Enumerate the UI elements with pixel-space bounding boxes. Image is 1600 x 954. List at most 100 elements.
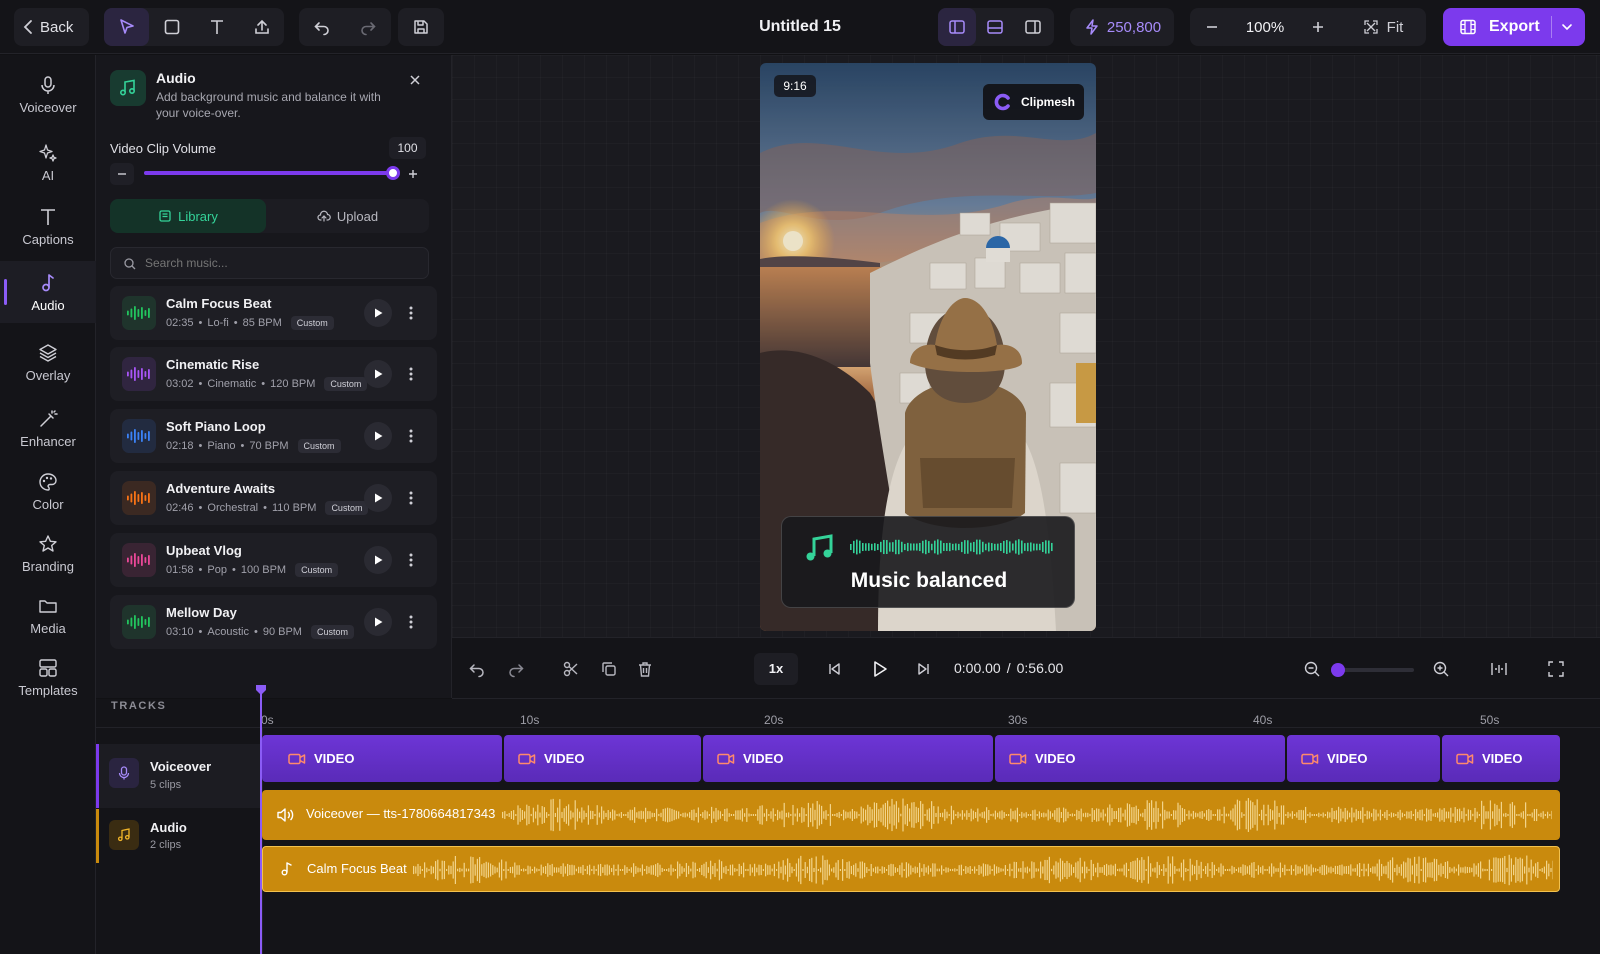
volume-value[interactable]: 100 <box>389 137 426 159</box>
rail-item-media[interactable]: Media <box>0 584 96 646</box>
shape-tool-button[interactable] <box>149 8 194 46</box>
close-icon[interactable] <box>408 73 422 87</box>
layout-right-button[interactable] <box>1014 8 1052 46</box>
video-clip[interactable]: VIDEO <box>995 735 1285 782</box>
rail-item-audio[interactable]: Audio <box>0 261 96 323</box>
volume-slider[interactable] <box>144 166 400 180</box>
video-clip[interactable]: VIDEO <box>1442 735 1560 782</box>
fit-button[interactable]: Fit <box>1340 8 1426 46</box>
rail-item-color[interactable]: Color <box>0 460 96 522</box>
play-track-button[interactable] <box>364 546 392 574</box>
play-button[interactable] <box>865 655 893 683</box>
fit-timeline-button[interactable] <box>1485 655 1513 683</box>
rail-item-ai[interactable]: AI <box>0 131 96 193</box>
track-label-audio[interactable]: Audio 2 clips <box>96 809 262 863</box>
music-track-item[interactable]: Adventure Awaits 02:46 • Orchestral • 110 BPM… <box>110 471 437 525</box>
play-track-button[interactable] <box>364 299 392 327</box>
undo-button[interactable] <box>299 8 345 46</box>
skip-back-button[interactable] <box>820 655 848 683</box>
track-more-button[interactable] <box>401 360 421 388</box>
tab-library[interactable]: Library <box>110 199 266 233</box>
speed-button[interactable]: 1x <box>754 653 798 685</box>
track-more-button[interactable] <box>401 299 421 327</box>
upload-tool-button[interactable] <box>239 8 284 46</box>
meta-dot: • <box>198 440 203 452</box>
fullscreen-button[interactable] <box>1542 655 1570 683</box>
delete-button[interactable] <box>631 655 659 683</box>
timeline-zoom-slider[interactable] <box>1331 663 1414 677</box>
zoom-out-button[interactable] <box>1190 8 1234 46</box>
track-meta: 02:35 • Lo-fi • 85 BPM Custom <box>166 316 334 330</box>
track-meta: 03:10 • Acoustic • 90 BPM Custom <box>166 625 354 639</box>
export-button[interactable]: Export <box>1443 8 1585 46</box>
rail-item-captions[interactable]: Captions <box>0 195 96 257</box>
video-clip[interactable]: VIDEO <box>262 735 502 782</box>
more-vertical-icon <box>409 367 413 381</box>
volume-decrease-button[interactable] <box>110 163 134 185</box>
video-clip[interactable]: VIDEO <box>504 735 701 782</box>
brand-name: Clipmesh <box>1021 95 1076 109</box>
track-more-button[interactable] <box>401 422 421 450</box>
music-track-item[interactable]: Cinematic Rise 03:02 • Cinematic • 120 BPM Cus… <box>110 347 437 401</box>
video-camera-icon <box>1456 752 1474 766</box>
credits-badge[interactable]: 250,800 <box>1070 8 1174 46</box>
rail-item-overlay[interactable]: Overlay <box>0 331 96 393</box>
rail-item-branding[interactable]: Branding <box>0 522 96 584</box>
timeline-redo-button[interactable] <box>502 655 530 683</box>
zoom-in-button[interactable] <box>1296 8 1340 46</box>
music-track-item[interactable]: Calm Focus Beat 02:35 • Lo-fi • 85 BPM Custom <box>110 286 437 340</box>
music-audio-clip[interactable]: Calm Focus Beat <box>262 846 1560 892</box>
play-track-button[interactable] <box>364 360 392 388</box>
chevron-down-icon[interactable] <box>1559 19 1575 35</box>
layers-icon <box>39 343 57 362</box>
volume-slider-thumb[interactable] <box>386 166 400 180</box>
rail-label: Enhancer <box>20 433 76 449</box>
skip-forward-button[interactable] <box>910 655 938 683</box>
project-title[interactable]: Untitled 15 <box>700 0 900 54</box>
select-tool-button[interactable] <box>104 8 149 46</box>
redo-button[interactable] <box>345 8 391 46</box>
layout-bottom-button[interactable] <box>976 8 1014 46</box>
play-icon <box>375 493 383 503</box>
track-icon <box>109 820 139 850</box>
panel-subtitle: Add background music and balance it with… <box>156 89 381 121</box>
play-track-button[interactable] <box>364 422 392 450</box>
total-time: 0:56.00 <box>1016 660 1064 676</box>
timeline-zoom-out-button[interactable] <box>1298 655 1326 683</box>
duplicate-button[interactable] <box>595 655 623 683</box>
tab-upload-label: Upload <box>336 208 379 224</box>
split-button[interactable] <box>557 655 585 683</box>
music-track-item[interactable]: Mellow Day 03:10 • Acoustic • 90 BPM Custom <box>110 595 437 649</box>
playhead[interactable] <box>260 693 262 954</box>
timeline-undo-button[interactable] <box>463 655 491 683</box>
track-more-button[interactable] <box>401 608 421 636</box>
rail-item-enhancer[interactable]: Enhancer <box>0 397 96 459</box>
layout-left-button[interactable] <box>938 8 976 46</box>
search-input[interactable] <box>145 254 415 272</box>
track-bpm: 85 BPM <box>242 317 282 329</box>
video-clip[interactable]: VIDEO <box>1287 735 1440 782</box>
back-button[interactable]: Back <box>14 8 89 46</box>
video-clip[interactable]: VIDEO <box>703 735 993 782</box>
track-more-button[interactable] <box>401 484 421 512</box>
music-clip-label: Calm Focus Beat <box>307 861 407 876</box>
volume-increase-button[interactable] <box>401 163 425 185</box>
save-button[interactable] <box>398 8 444 46</box>
play-track-button[interactable] <box>364 484 392 512</box>
track-more-button[interactable] <box>401 546 421 574</box>
search-box[interactable] <box>110 247 429 279</box>
rail-item-voiceover[interactable]: Voiceover <box>0 63 96 125</box>
voiceover-audio-clip[interactable]: Voiceover — tts-1780664817343 <box>262 790 1560 840</box>
play-track-button[interactable] <box>364 608 392 636</box>
text-tool-button[interactable] <box>194 8 239 46</box>
voiceover-waveform <box>502 798 1552 832</box>
video-preview[interactable]: 9:16 Clipmesh Music balanced <box>760 63 1096 631</box>
music-track-item[interactable]: Soft Piano Loop 02:18 • Piano • 70 BPM Custom <box>110 409 437 463</box>
timeline-zoom-in-button[interactable] <box>1427 655 1455 683</box>
music-track-item[interactable]: Upbeat Vlog 01:58 • Pop • 100 BPM Custom <box>110 533 437 587</box>
rail-item-templates[interactable]: Templates <box>0 646 96 708</box>
track-label-voiceover[interactable]: Voiceover 5 clips <box>96 744 262 808</box>
timeline-zoom-thumb[interactable] <box>1331 663 1345 677</box>
panel-subtitle-line1: Add background music and balance it with <box>156 90 381 104</box>
tab-upload[interactable]: Upload <box>266 199 429 233</box>
